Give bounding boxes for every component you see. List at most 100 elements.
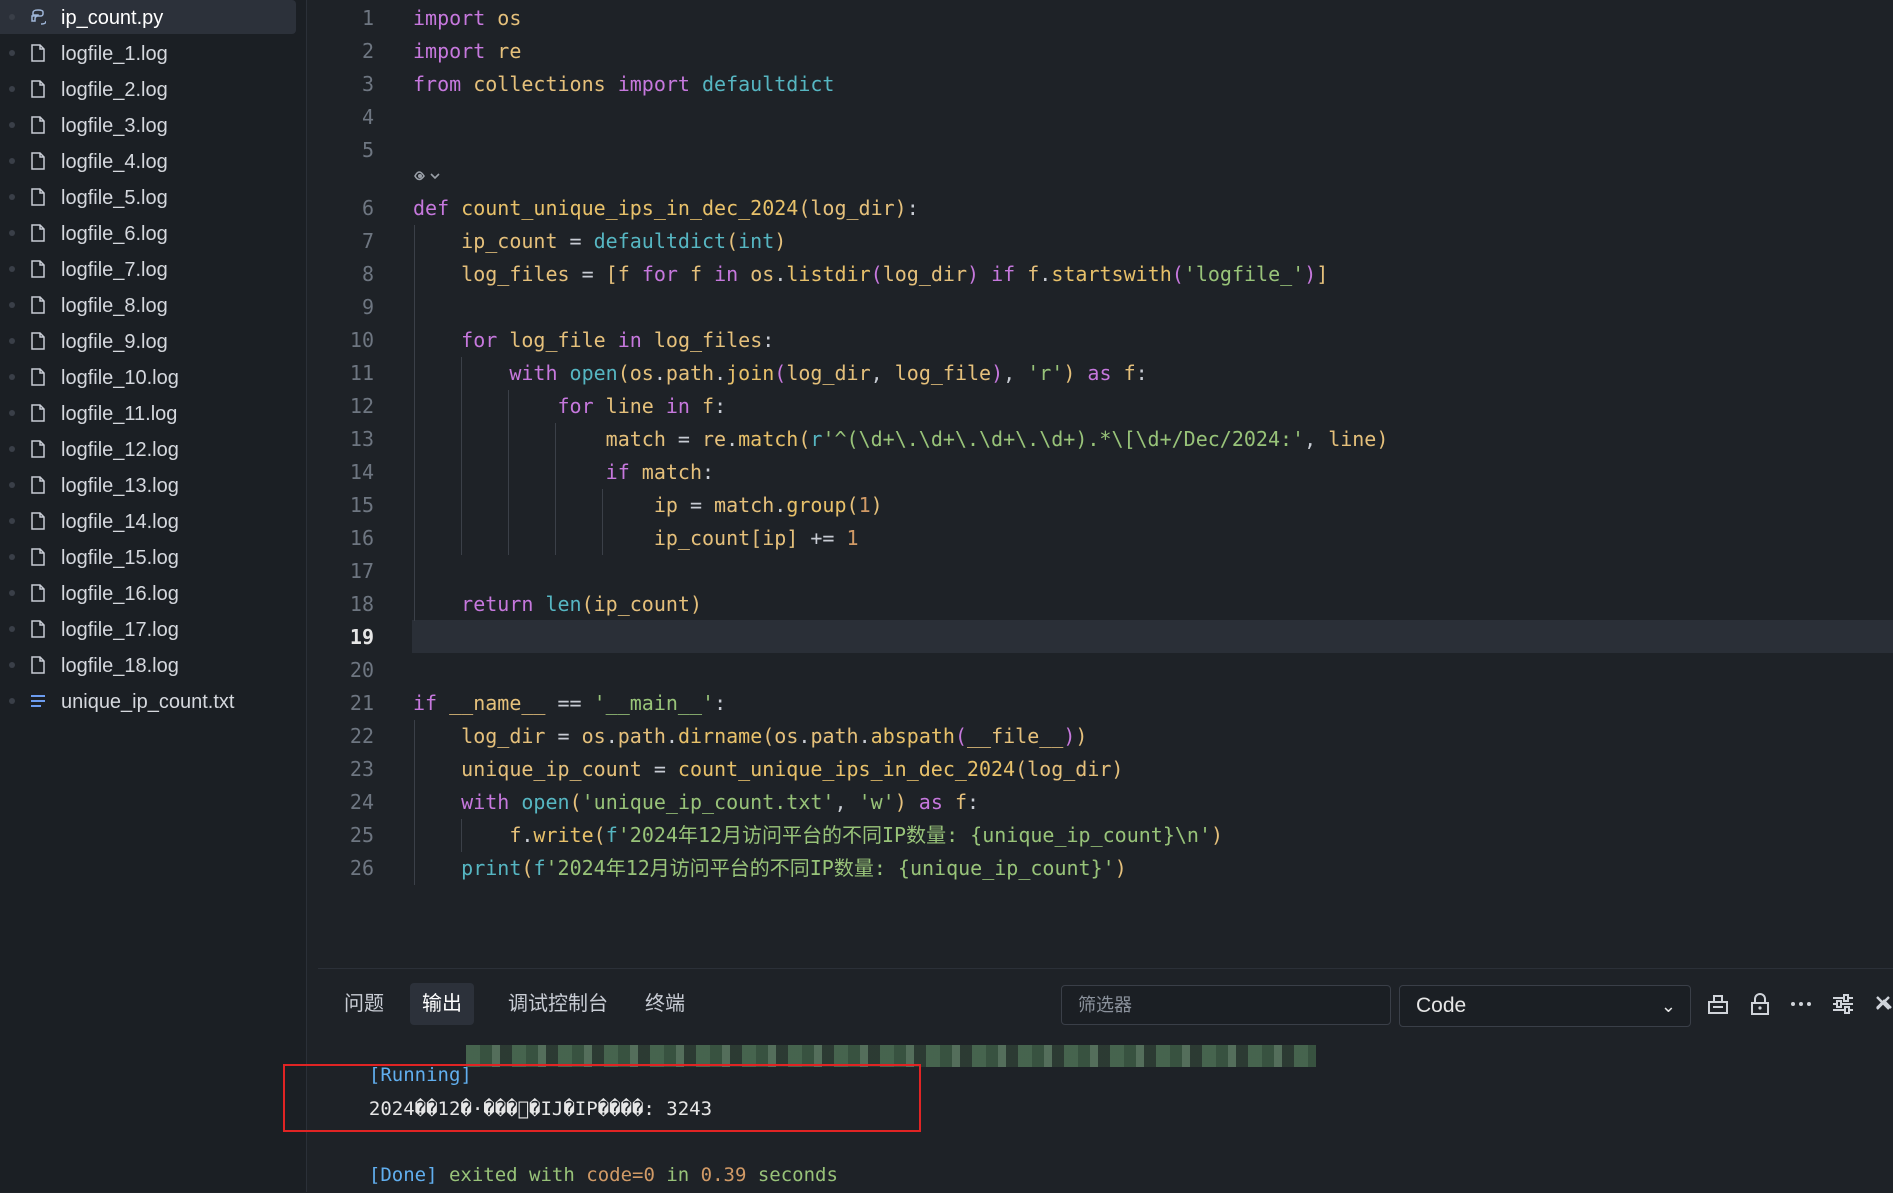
file-name: logfile_18.log (61, 655, 179, 677)
file-item[interactable]: logfile_16.log (0, 576, 296, 610)
code-line[interactable]: 19 (318, 621, 1893, 654)
file-name: logfile_13.log (61, 475, 179, 497)
file-item[interactable]: logfile_14.log (0, 504, 296, 538)
code-text: f.write(f'2024年12月访问平台的不同IP数量: {unique_i… (509, 823, 1224, 847)
output-done-line: [Done] exited with code=0 in 0.39 second… (346, 1142, 838, 1186)
file-name: logfile_3.log (61, 115, 168, 137)
log-file-icon (31, 620, 45, 638)
code-text: with open(os.path.join(log_dir, log_file… (509, 361, 1148, 385)
code-line[interactable]: 26 print(f'2024年12月访问平台的不同IP数量: {unique_… (318, 852, 1893, 885)
file-name: logfile_10.log (61, 367, 179, 389)
file-item[interactable]: logfile_5.log (0, 180, 296, 214)
code-line[interactable]: 5 (318, 134, 1893, 167)
git-status-dot (9, 374, 15, 380)
file-item[interactable]: logfile_12.log (0, 432, 296, 466)
code-text: with open('unique_ip_count.txt', 'w') as… (461, 790, 980, 814)
code-line[interactable]: 21 if __name__ == '__main__': (318, 687, 1893, 720)
file-item[interactable]: unique_ip_count.txt (0, 684, 296, 718)
codelens-icon[interactable] (412, 166, 446, 188)
file-item[interactable]: logfile_3.log (0, 108, 296, 142)
file-item[interactable]: logfile_1.log (0, 36, 296, 70)
line-number: 18 (349, 592, 374, 616)
line-number: 8 (361, 262, 374, 286)
log-file-icon (31, 368, 45, 386)
tab-terminal[interactable]: 终端 (633, 983, 697, 1025)
close-panel-icon[interactable] (1873, 990, 1893, 1016)
log-file-icon (31, 296, 45, 314)
more-actions-icon[interactable] (1788, 991, 1814, 1017)
code-line[interactable]: 10 for log_file in log_files: (318, 324, 1893, 357)
file-item[interactable]: logfile_9.log (0, 324, 296, 358)
code-line[interactable]: 20 (318, 654, 1893, 687)
log-file-icon (31, 224, 45, 242)
code-line[interactable]: 23 unique_ip_count = count_unique_ips_in… (318, 753, 1893, 786)
code-line[interactable]: 9 (318, 291, 1893, 324)
code-line[interactable]: 6 def count_unique_ips_in_dec_2024(log_di… (318, 192, 1893, 225)
code-line[interactable]: 4 (318, 101, 1893, 134)
indent-guide (602, 489, 603, 555)
file-item[interactable]: logfile_15.log (0, 540, 296, 574)
file-item[interactable]: logfile_18.log (0, 648, 296, 682)
log-file-icon (31, 476, 45, 494)
log-file-icon (31, 80, 45, 98)
line-number: 10 (349, 328, 374, 352)
lock-scroll-icon[interactable] (1747, 991, 1773, 1017)
code-line[interactable]: 24 with open('unique_ip_count.txt', 'w')… (318, 786, 1893, 819)
code-line[interactable]: 12 for line in f: (318, 390, 1893, 423)
file-item[interactable]: logfile_4.log (0, 144, 296, 178)
file-item[interactable]: logfile_8.log (0, 288, 296, 322)
code-line[interactable]: 1 import os (318, 2, 1893, 35)
git-status-dot (9, 446, 15, 452)
code-line[interactable]: 11 with open(os.path.join(log_dir, log_f… (318, 357, 1893, 390)
code-editor[interactable]: 1 import os 2 import re 3 from collections im… (318, 0, 1893, 960)
code-text: def count_unique_ips_in_dec_2024(log_dir… (413, 196, 919, 220)
code-line[interactable]: 25 f.write(f'2024年12月访问平台的不同IP数量: {uniqu… (318, 819, 1893, 852)
indent-guide (414, 225, 415, 621)
indent-guide (414, 720, 415, 885)
file-item[interactable]: logfile_7.log (0, 252, 296, 286)
git-status-dot (9, 698, 15, 704)
done-text: exited with (437, 1164, 587, 1186)
line-number: 3 (361, 72, 374, 96)
git-status-dot (9, 122, 15, 128)
code-line[interactable]: 22 log_dir = os.path.dirname(os.path.abs… (318, 720, 1893, 753)
code-line[interactable]: 8 log_files = [f for f in os.listdir(log… (318, 258, 1893, 291)
file-item[interactable]: logfile_13.log (0, 468, 296, 502)
code-text: return len(ip_count) (461, 592, 703, 616)
tab-output[interactable]: 输出 (410, 983, 474, 1025)
file-item[interactable]: logfile_17.log (0, 612, 296, 646)
file-item[interactable]: logfile_2.log (0, 72, 296, 106)
code-line[interactable]: 18 return len(ip_count) (318, 588, 1893, 621)
line-number: 16 (349, 526, 374, 550)
code-text: ip = match.group(1) (653, 493, 883, 517)
output-channel-select[interactable]: Code ⌄ (1399, 985, 1691, 1027)
file-name: logfile_2.log (61, 79, 168, 101)
filter-input[interactable]: 筛选器 (1061, 985, 1391, 1025)
git-status-dot (9, 230, 15, 236)
tab-debug-console[interactable]: 调试控制台 (496, 983, 620, 1025)
settings-sliders-icon[interactable] (1830, 991, 1856, 1017)
code-text: import os (413, 6, 522, 30)
log-file-icon (31, 584, 45, 602)
indent-guide (555, 423, 556, 555)
file-item[interactable]: logfile_10.log (0, 360, 296, 394)
line-number: 22 (349, 724, 374, 748)
file-name: logfile_6.log (61, 223, 168, 245)
exit-code: code=0 (586, 1164, 655, 1186)
log-file-icon (31, 152, 45, 170)
code-line[interactable]: 7 ip_count = defaultdict(int) (318, 225, 1893, 258)
code-text: for line in f: (557, 394, 727, 418)
file-item[interactable]: logfile_11.log (0, 396, 296, 430)
code-line[interactable]: 3 from collections import defaultdict (318, 68, 1893, 101)
tab-problems[interactable]: 问题 (332, 983, 396, 1025)
file-item[interactable]: ip_count.py (0, 0, 296, 34)
code-line[interactable]: 17 (318, 555, 1893, 588)
file-item[interactable]: logfile_6.log (0, 216, 296, 250)
code-line[interactable]: 2 import re (318, 35, 1893, 68)
git-status-dot (9, 590, 15, 596)
code-text: log_files = [f for f in os.listdir(log_d… (461, 262, 1329, 286)
clear-output-icon[interactable] (1705, 991, 1731, 1017)
log-file-icon (31, 332, 45, 350)
log-file-icon (31, 548, 45, 566)
line-number: 5 (361, 138, 374, 162)
